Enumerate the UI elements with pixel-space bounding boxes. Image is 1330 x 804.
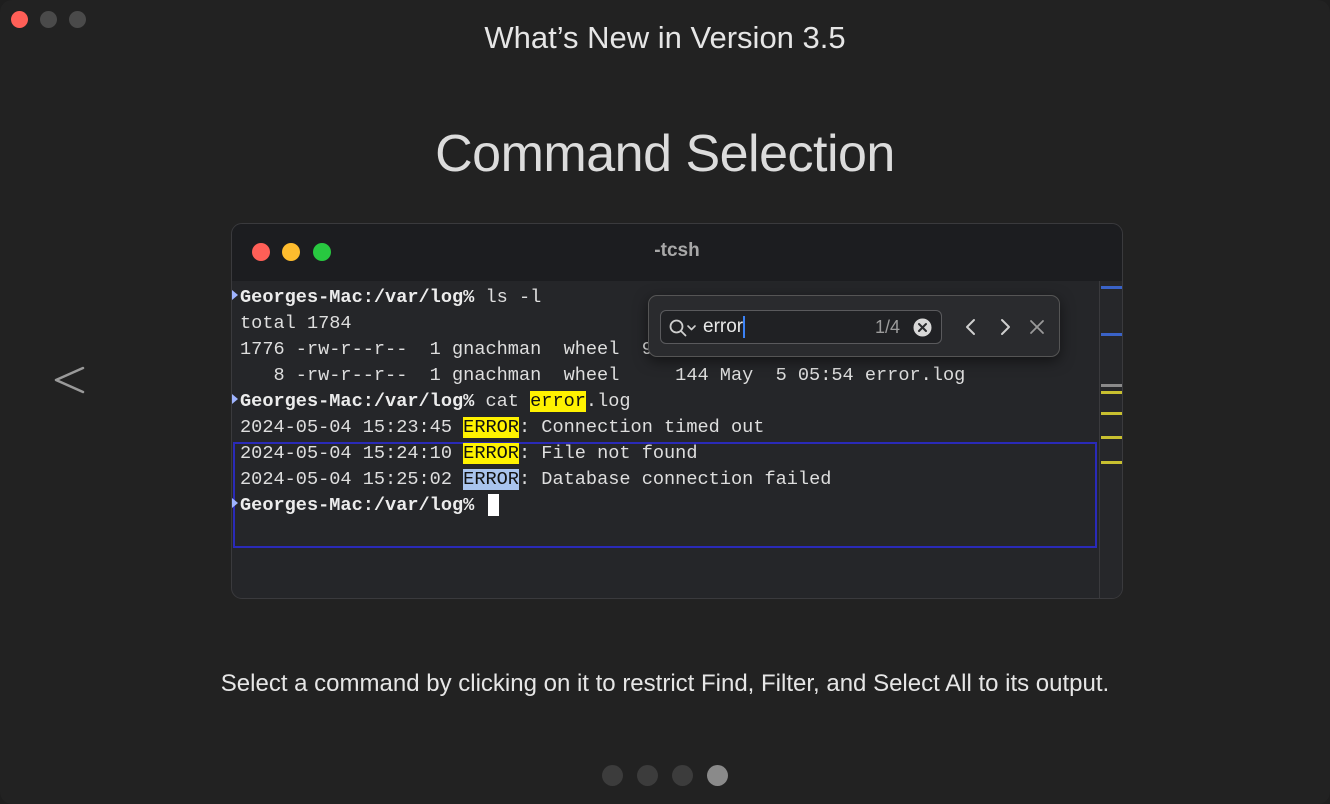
minimap-mark bbox=[1101, 286, 1122, 289]
whats-new-window: What’s New in Version 3.5 Command Select… bbox=[0, 0, 1330, 804]
log-timestamp: 2024-05-04 15:23:45 bbox=[240, 417, 464, 438]
current-search-match: ERROR bbox=[463, 469, 519, 490]
previous-page-icon[interactable] bbox=[52, 350, 88, 410]
minimap-mark bbox=[1101, 412, 1122, 415]
feature-description: Select a command by clicking on it to re… bbox=[220, 670, 1110, 697]
log-line: 2024-05-04 15:23:45 ERROR: Connection ti… bbox=[240, 415, 764, 441]
log-line: 2024-05-04 15:25:02 ERROR: Database conn… bbox=[240, 467, 831, 493]
search-match: error bbox=[530, 391, 586, 412]
scrollbar-minimap[interactable] bbox=[1099, 281, 1122, 598]
find-match-count: 1/4 bbox=[875, 317, 901, 337]
command-marker-icon bbox=[232, 290, 238, 300]
log-message: : Database connection failed bbox=[518, 469, 832, 490]
prompt: Georges-Mac:/var/log% bbox=[240, 495, 475, 516]
terminal-window: -tcsh Georges-Mac:/var/log% ls -l total … bbox=[231, 223, 1123, 599]
previous-icon[interactable] bbox=[962, 317, 980, 337]
terminal-line-command[interactable]: Georges-Mac:/var/log% ls -l bbox=[240, 285, 541, 311]
prompt: Georges-Mac:/var/log% bbox=[240, 287, 475, 308]
find-query-wrap: error bbox=[703, 316, 746, 338]
terminal-title: -tcsh bbox=[654, 240, 700, 261]
log-message: : File not found bbox=[518, 443, 698, 464]
terminal-line-command[interactable]: Georges-Mac:/var/log% cat error.log bbox=[240, 389, 631, 415]
terminal-line: total 1784 bbox=[240, 313, 352, 334]
command-text: .log bbox=[585, 391, 631, 412]
find-input[interactable]: error 1/4 bbox=[660, 310, 942, 344]
terminal-titlebar: -tcsh bbox=[232, 224, 1122, 281]
clear-icon[interactable] bbox=[913, 318, 932, 337]
page-dot-2[interactable] bbox=[637, 765, 658, 786]
search-options-icon[interactable] bbox=[668, 318, 700, 338]
page-dot-1[interactable] bbox=[602, 765, 623, 786]
find-bar: error 1/4 bbox=[648, 295, 1060, 357]
text-cursor bbox=[487, 494, 499, 517]
page-dot-3[interactable] bbox=[672, 765, 693, 786]
terminal-line: 1776 -rw-r--r-- 1 gnachman wheel 907 bbox=[240, 339, 676, 360]
find-caret bbox=[743, 316, 746, 338]
command-text: ls -l bbox=[474, 287, 542, 308]
minimap-mark bbox=[1101, 391, 1122, 394]
find-query: error bbox=[703, 316, 744, 338]
log-timestamp: 2024-05-04 15:24:10 bbox=[240, 443, 464, 464]
log-timestamp: 2024-05-04 15:25:02 bbox=[240, 469, 464, 490]
search-match: ERROR bbox=[463, 417, 519, 438]
log-message: : Connection timed out bbox=[518, 417, 765, 438]
window-title: What’s New in Version 3.5 bbox=[484, 20, 846, 55]
command-text: cat bbox=[474, 391, 531, 412]
prompt: Georges-Mac:/var/log% bbox=[240, 391, 475, 412]
log-line: 2024-05-04 15:24:10 ERROR: File not foun… bbox=[240, 441, 698, 467]
command-marker-icon bbox=[232, 394, 238, 404]
minimap-mark bbox=[1101, 461, 1122, 464]
minimap-mark bbox=[1101, 333, 1122, 336]
minimap-mark bbox=[1101, 436, 1122, 439]
terminal-line: 8 -rw-r--r-- 1 gnachman wheel 144 May 5 … bbox=[240, 365, 966, 386]
close-icon[interactable] bbox=[1027, 317, 1047, 337]
minimap-mark bbox=[1101, 384, 1122, 387]
next-icon[interactable] bbox=[996, 317, 1014, 337]
page-dot-4[interactable] bbox=[707, 765, 728, 786]
feature-title: Command Selection bbox=[435, 125, 895, 183]
command-marker-icon bbox=[232, 498, 238, 508]
search-match: ERROR bbox=[463, 443, 519, 464]
terminal-line-prompt[interactable]: Georges-Mac:/var/log% bbox=[240, 493, 499, 519]
